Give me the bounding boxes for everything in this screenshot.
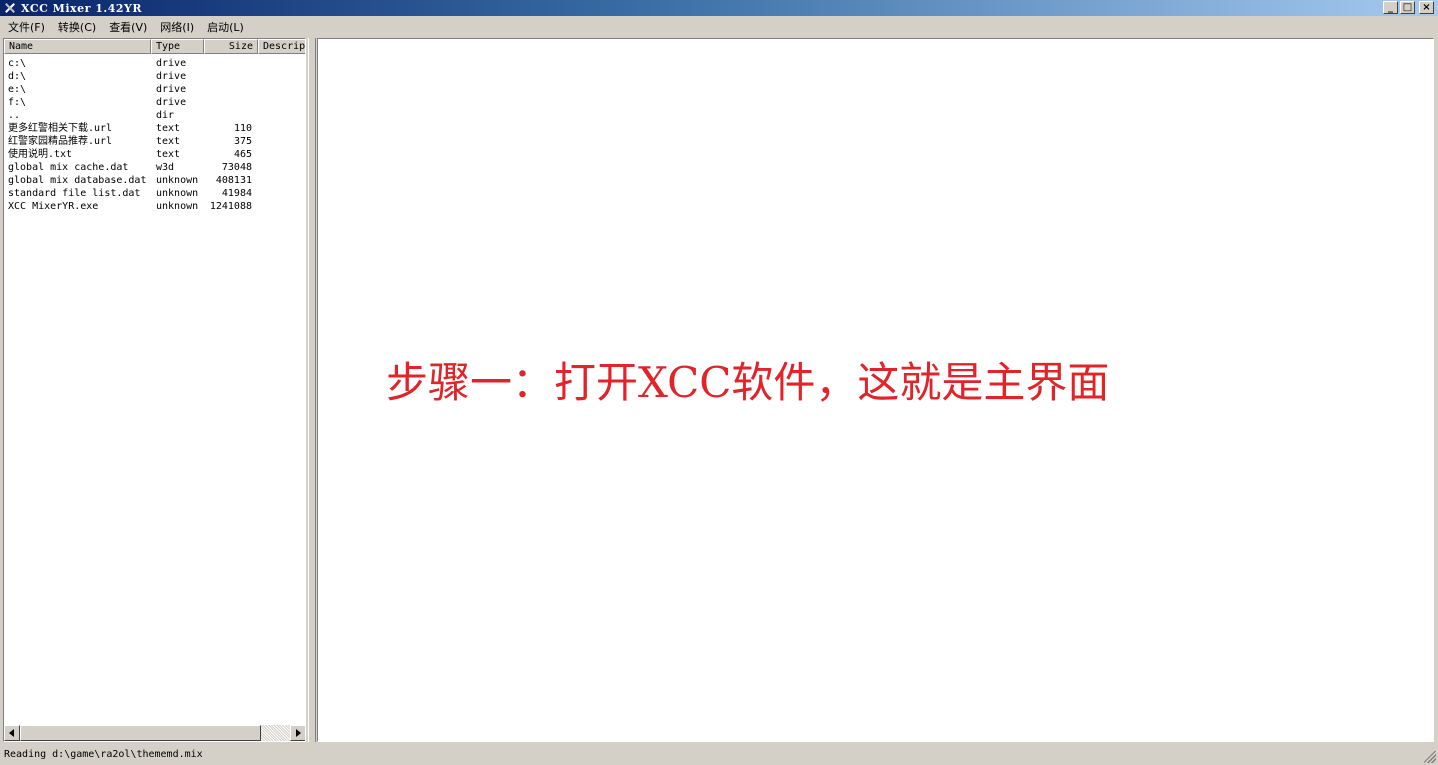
list-item[interactable]: global mix cache.dat w3d 73048	[4, 161, 304, 174]
list-item[interactable]: global mix database.dat unknown 408131	[4, 174, 304, 187]
minimize-button[interactable]: _	[1383, 1, 1398, 14]
file-name: XCC MixerYR.exe	[8, 201, 99, 212]
file-size	[204, 57, 252, 70]
close-button[interactable]: ×	[1419, 1, 1434, 14]
menu-view[interactable]: 查看(V)	[105, 19, 151, 35]
column-header-name[interactable]: Name	[4, 39, 151, 54]
status-text: Reading d:\game\ra2ol\thememd.mix	[4, 749, 203, 760]
preview-panel: 步骤一：打开XCC软件，这就是主界面	[317, 38, 1434, 742]
horizontal-scrollbar[interactable]	[4, 725, 305, 741]
title-bar: XCC Mixer 1.42YR _ □ ×	[0, 0, 1438, 16]
file-name: 红警家园精品推荐.url	[8, 136, 113, 147]
scroll-left-arrow-icon[interactable]	[4, 725, 20, 741]
file-size: 1241088	[209, 201, 252, 212]
file-name: global mix cache.dat	[8, 162, 129, 173]
file-size	[204, 70, 252, 83]
list-header: Name Type Size Descrip	[4, 39, 305, 54]
file-type: drive	[156, 71, 187, 82]
file-name: f:\	[8, 97, 27, 108]
window-title: XCC Mixer 1.42YR	[21, 1, 143, 15]
maximize-button[interactable]: □	[1400, 1, 1415, 14]
annotation-text: 步骤一：打开XCC软件，这就是主界面	[386, 358, 1110, 407]
file-size: 110	[233, 123, 252, 134]
file-size: 408131	[215, 175, 252, 186]
file-size	[204, 96, 252, 109]
menu-launch[interactable]: 启动(L)	[203, 19, 248, 35]
file-size: 465	[233, 149, 252, 160]
file-type: drive	[156, 58, 187, 69]
list-item[interactable]: e:\ drive	[4, 83, 304, 96]
file-type: dir	[156, 110, 175, 121]
file-type: unknown	[156, 175, 199, 186]
file-size: 73048	[221, 162, 252, 173]
column-header-description[interactable]: Descrip	[258, 39, 305, 54]
resize-grip-icon[interactable]	[1424, 751, 1436, 763]
file-type: text	[156, 136, 181, 147]
menu-file[interactable]: 文件(F)	[4, 19, 49, 35]
file-type: text	[156, 123, 181, 134]
list-item[interactable]: .. dir	[4, 109, 304, 122]
list-item[interactable]: c:\ drive	[4, 57, 304, 70]
list-item[interactable]: f:\ drive	[4, 96, 304, 109]
file-name: 更多红警相关下载.url	[8, 123, 113, 134]
file-name: standard file list.dat	[8, 188, 141, 199]
list-item[interactable]: 红警家园精品推荐.url text 375	[4, 135, 304, 148]
file-type: w3d	[156, 162, 175, 173]
file-name: 使用说明.txt	[8, 149, 73, 160]
file-size: 41984	[221, 188, 252, 199]
list-item[interactable]: 更多红警相关下载.url text 110	[4, 122, 304, 135]
file-list-panel[interactable]: Name Type Size Descrip c:\ drive d:\ dri…	[3, 38, 306, 742]
file-type: unknown	[156, 201, 199, 212]
list-item[interactable]: XCC MixerYR.exe unknown 1241088	[4, 200, 304, 213]
list-item[interactable]: d:\ drive	[4, 70, 304, 83]
column-header-size[interactable]: Size	[204, 39, 258, 54]
list-item[interactable]: 使用说明.txt text 465	[4, 148, 304, 161]
window-controls: _ □ ×	[1383, 1, 1434, 14]
column-header-type[interactable]: Type	[151, 39, 204, 54]
file-list: c:\ drive d:\ drive e:\ drive f:\ drive …	[4, 57, 304, 213]
file-name: e:\	[8, 84, 27, 95]
scroll-track[interactable]	[261, 725, 290, 741]
file-name: c:\	[8, 58, 27, 69]
file-type: text	[156, 149, 181, 160]
file-name: ..	[8, 110, 21, 121]
file-type: unknown	[156, 188, 199, 199]
app-icon	[3, 1, 17, 15]
scroll-thumb[interactable]	[20, 725, 261, 741]
list-item[interactable]: standard file list.dat unknown 41984	[4, 187, 304, 200]
file-type: drive	[156, 84, 187, 95]
menu-network[interactable]: 网络(I)	[156, 19, 198, 35]
status-bar: Reading d:\game\ra2ol\thememd.mix	[0, 744, 1438, 765]
file-size: 375	[233, 136, 252, 147]
panel-splitter[interactable]	[308, 38, 316, 742]
scroll-right-arrow-icon[interactable]	[290, 725, 305, 741]
file-size	[204, 83, 252, 96]
file-name: d:\	[8, 71, 27, 82]
file-name: global mix database.dat	[8, 175, 147, 186]
menu-convert[interactable]: 转换(C)	[54, 19, 100, 35]
file-type: drive	[156, 97, 187, 108]
file-size	[204, 109, 252, 122]
menu-bar: 文件(F) 转换(C) 查看(V) 网络(I) 启动(L)	[0, 17, 1438, 36]
